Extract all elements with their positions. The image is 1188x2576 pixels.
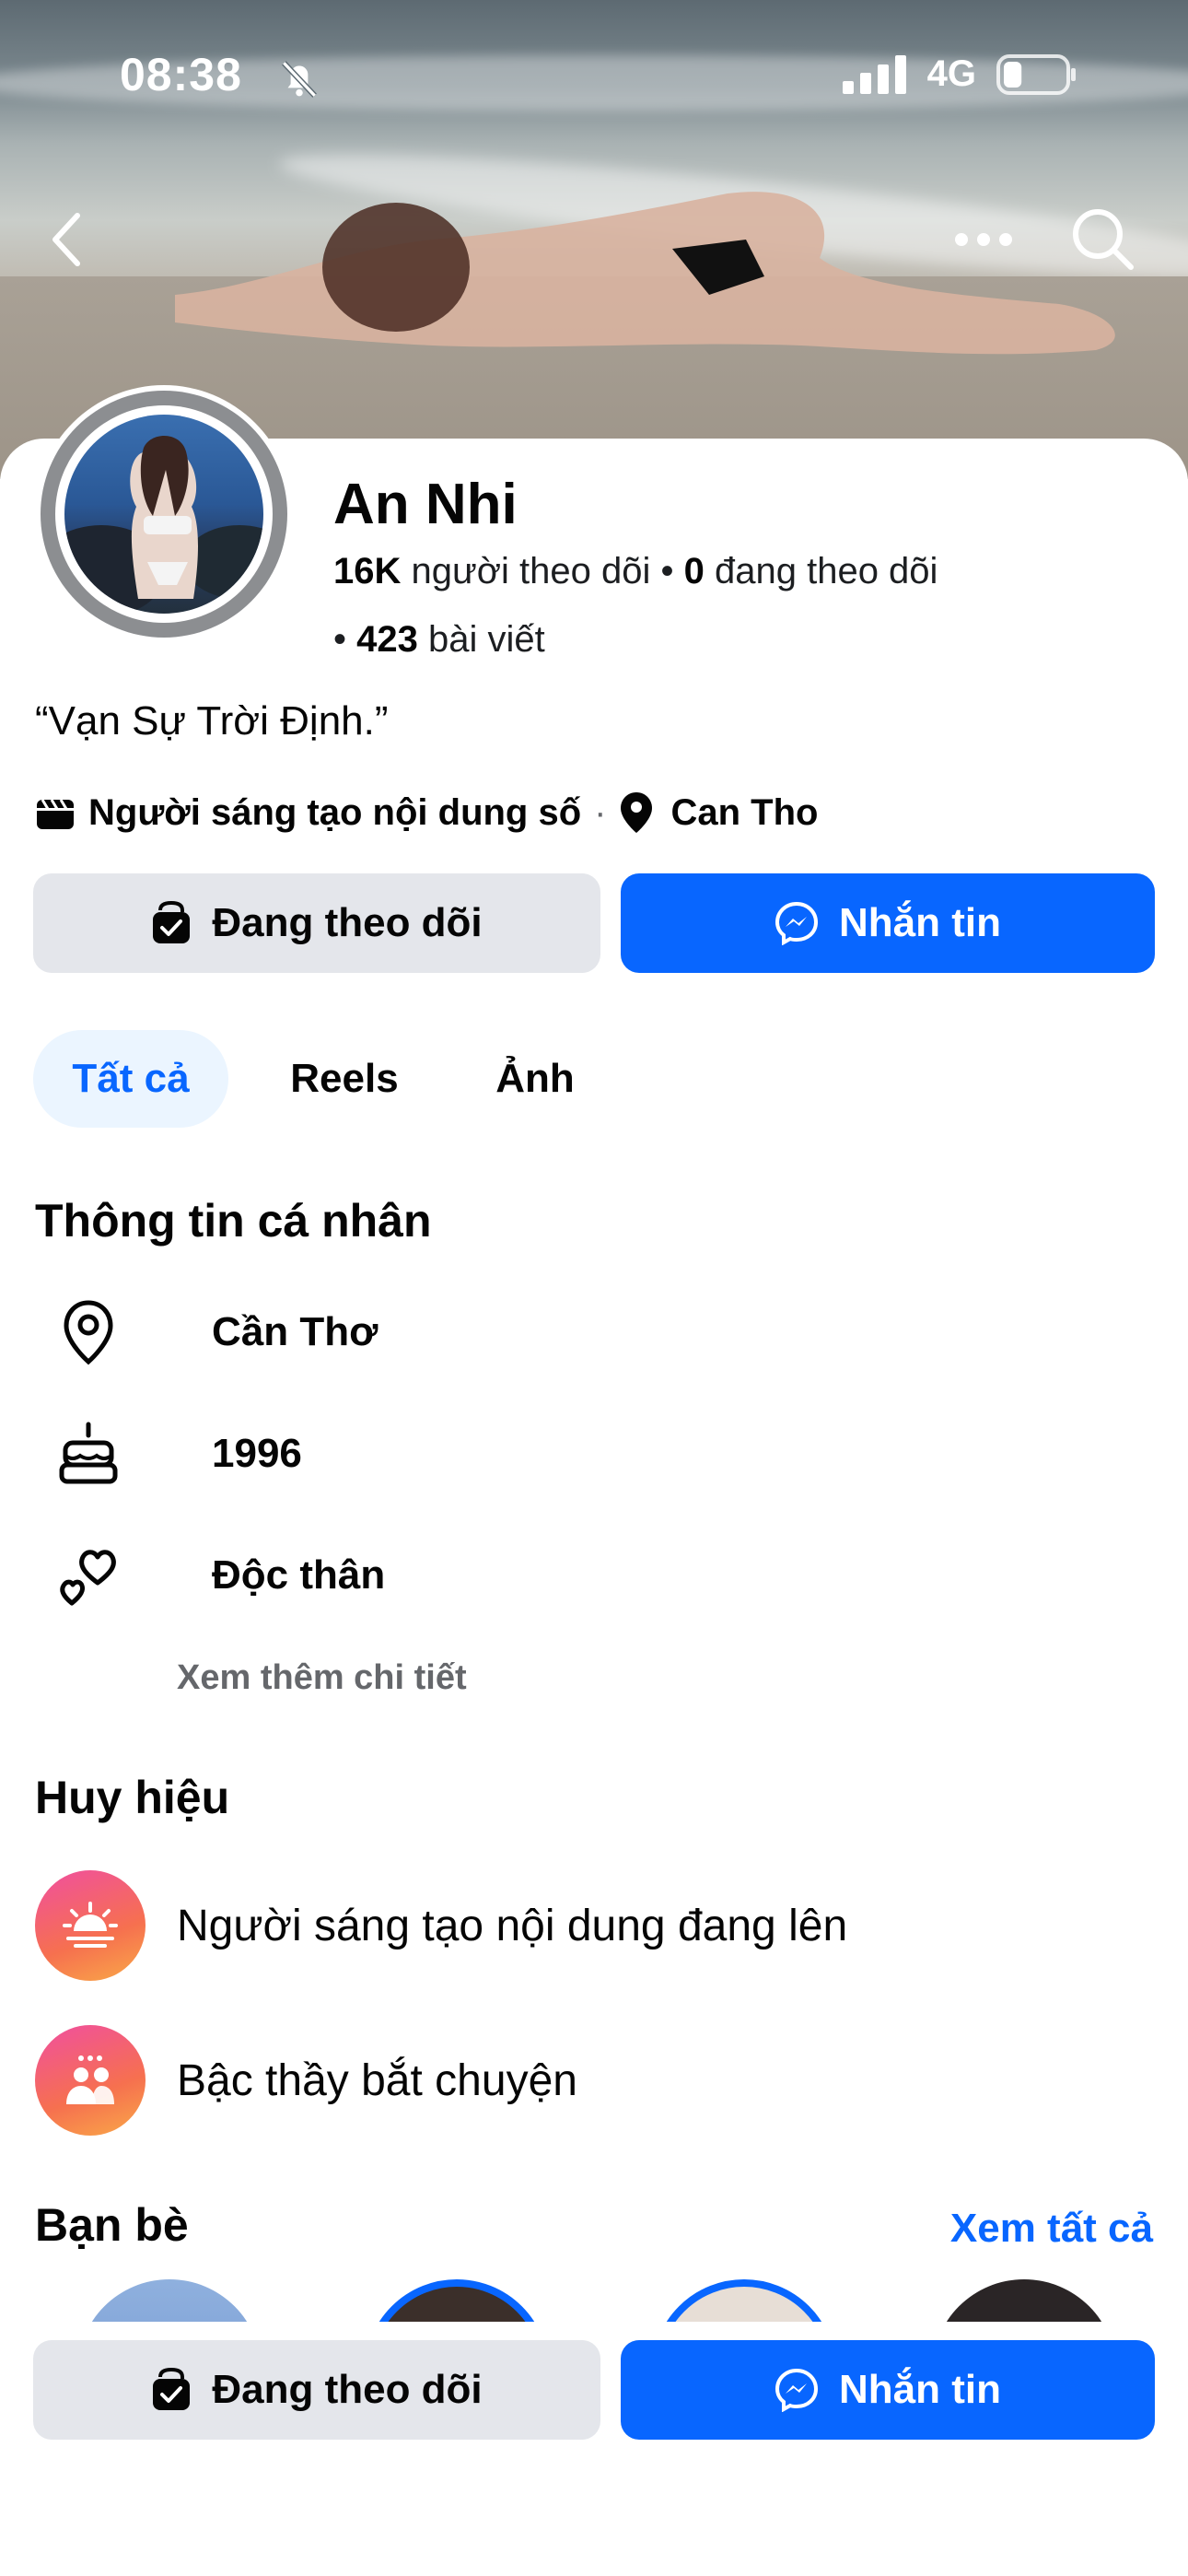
back-button[interactable]	[29, 203, 103, 276]
badge-rising-creator[interactable]: Người sáng tạo nội dung đang lên	[35, 1870, 847, 1981]
badges-title: Huy hiệu	[35, 1772, 230, 1823]
profile-sheet	[0, 439, 1188, 2576]
following-count: 0	[683, 551, 705, 591]
info-row-relationship: Độc thân	[35, 1529, 1153, 1622]
separator-dot: ·	[594, 791, 607, 833]
profile-bio: “Vạn Sự Trời Định.”	[35, 698, 389, 744]
avatar-image	[64, 415, 263, 614]
clapperboard-icon	[37, 799, 74, 829]
network-type: 4G	[926, 53, 976, 94]
following-check-icon	[153, 901, 191, 943]
badge-conversation-starter[interactable]: Bậc thầy bắt chuyện	[35, 2025, 577, 2136]
separator-dot: •	[660, 551, 684, 591]
see-more-details-link[interactable]: Xem thêm chi tiết	[177, 1658, 467, 1698]
chevron-left-icon	[52, 213, 80, 266]
followers-label: người theo dõi	[411, 551, 651, 591]
hearts-icon	[60, 1550, 116, 1606]
message-button[interactable]: Nhắn tin	[621, 873, 1155, 973]
profile-location: Can Tho	[670, 791, 819, 833]
location-pin-icon	[64, 1300, 113, 1365]
tab-all[interactable]: Tất cả	[33, 1030, 228, 1128]
avatar-figure	[64, 435, 263, 614]
more-dots-icon	[955, 233, 1012, 246]
posts-count: 423	[356, 619, 418, 660]
search-button[interactable]	[1066, 203, 1140, 276]
follow-stats[interactable]: 16K người theo dõi • 0 đang theo dõi	[333, 551, 938, 592]
profile-meta: Người sáng tạo nội dung số · Can Tho	[35, 790, 818, 835]
tab-reels[interactable]: Reels	[269, 1030, 420, 1128]
info-birth-year: 1996	[212, 1431, 302, 1476]
signal-icon	[842, 54, 906, 94]
personal-info-title: Thông tin cá nhân	[35, 1195, 432, 1247]
following-check-icon	[153, 2368, 191, 2410]
info-row-location: Cần Thơ	[35, 1286, 1153, 1378]
location-pin-icon	[621, 792, 653, 833]
tab-photos[interactable]: Ảnh	[475, 1030, 595, 1128]
following-label: đang theo dõi	[714, 551, 938, 591]
people-chat-icon	[66, 2055, 114, 2104]
messenger-icon	[775, 901, 819, 945]
search-icon	[1073, 209, 1134, 270]
following-button[interactable]: Đang theo dõi	[33, 873, 600, 973]
see-all-friends-link[interactable]: Xem tất cả	[950, 2206, 1153, 2252]
messenger-icon	[775, 2368, 819, 2412]
badge-label: Người sáng tạo nội dung đang lên	[177, 1901, 848, 1950]
avatar-inner-border	[55, 405, 273, 623]
status-time: 08:38	[120, 49, 242, 100]
info-row-birth-year: 1996	[35, 1408, 1153, 1500]
birthday-cake-icon	[59, 1422, 118, 1484]
message-button-label: Nhắn tin	[839, 2367, 1001, 2412]
avatar[interactable]	[35, 385, 293, 643]
sunrise-icon	[63, 1902, 118, 1948]
posts-stats: • 423 bài viết	[333, 619, 545, 661]
badge-icon-circle	[35, 1870, 146, 1981]
badge-icon-circle	[35, 2025, 146, 2136]
following-button-sticky[interactable]: Đang theo dõi	[33, 2340, 600, 2440]
message-button-label: Nhắn tin	[839, 900, 1001, 945]
bell-muted-icon	[282, 61, 317, 98]
message-button-sticky[interactable]: Nhắn tin	[621, 2340, 1155, 2440]
posts-label: bài viết	[428, 619, 545, 660]
following-button-label: Đang theo dõi	[212, 900, 483, 945]
separator-dot: •	[333, 619, 357, 660]
followers-count: 16K	[333, 551, 402, 591]
battery-icon	[996, 53, 1076, 95]
more-button[interactable]	[947, 203, 1020, 276]
profile-name: An Nhi	[333, 473, 518, 536]
following-button-label: Đang theo dõi	[212, 2367, 483, 2412]
info-relationship: Độc thân	[212, 1552, 386, 1598]
info-location: Cần Thơ	[212, 1309, 379, 1354]
status-right: 4G	[842, 53, 1077, 95]
profile-category: Người sáng tạo nội dung số	[88, 791, 582, 833]
friends-title: Bạn bè	[35, 2199, 189, 2251]
badge-label: Bậc thầy bắt chuyện	[177, 2055, 577, 2105]
avatar-story-ring	[41, 391, 287, 638]
